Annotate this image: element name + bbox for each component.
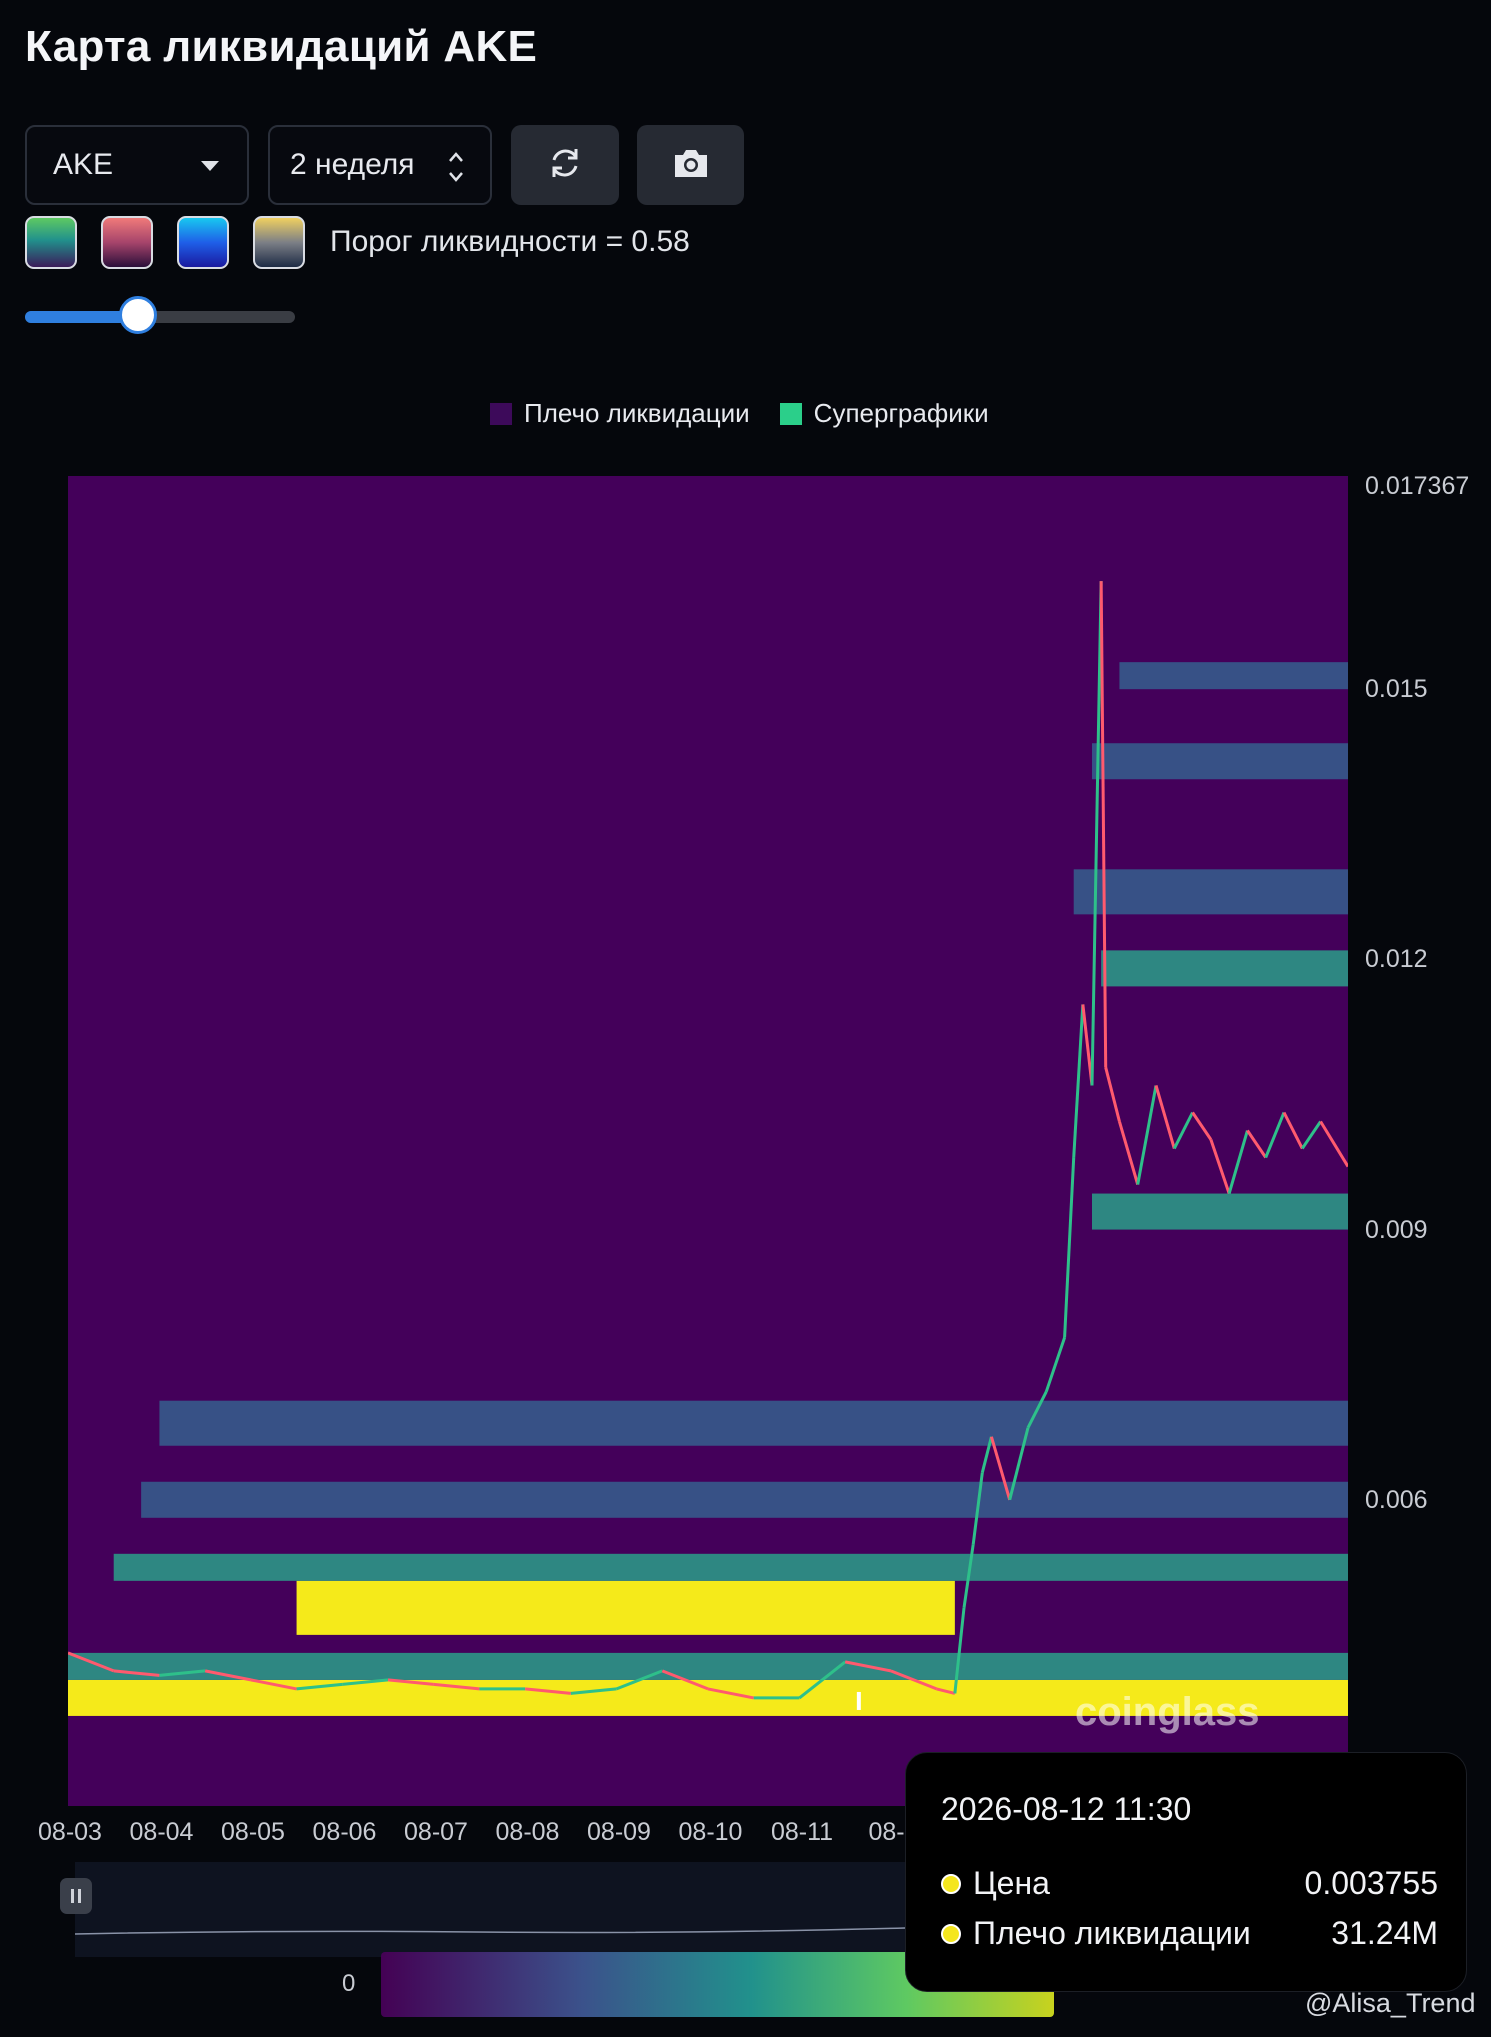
pause-button[interactable] xyxy=(60,1878,92,1914)
screenshot-button[interactable] xyxy=(637,125,744,205)
legend-item-supercharts[interactable]: Суперграфики xyxy=(779,398,989,429)
liquidation-band xyxy=(141,1481,1348,1518)
liquidation-band xyxy=(113,1553,1348,1581)
stepper-arrows-icon xyxy=(446,147,466,187)
x-tick-label: 08-04 xyxy=(129,1818,194,1846)
y-tick-label: 0.012 xyxy=(1365,945,1428,974)
threshold-label: Порог ликвидности = 0.58 xyxy=(330,225,690,258)
y-tick-label: 0.009 xyxy=(1365,1215,1428,1244)
period-select-value: 2 неделя xyxy=(290,148,415,181)
legend-label: Суперграфики xyxy=(813,398,989,428)
tooltip-leverage-label: Плечо ликвидации xyxy=(973,1915,1251,1951)
legend-item-liquidation[interactable]: Плечо ликвидации xyxy=(490,398,750,429)
author-watermark: @Alisa_Trend xyxy=(1305,1988,1476,2018)
threshold-slider[interactable] xyxy=(25,296,295,334)
legend-swatch xyxy=(779,402,802,425)
tooltip-time: 2026-08-12 11:30 xyxy=(941,1791,1192,1827)
x-tick-label: 08-08 xyxy=(495,1818,560,1846)
x-tick-label: 08-03 xyxy=(38,1818,102,1846)
x-tick-label: 08-06 xyxy=(312,1818,377,1846)
chart-legend: Плечо ликвидации Суперграфики xyxy=(490,398,1019,429)
x-tick-label: 08-05 xyxy=(221,1818,285,1846)
x-tick-label: 08-10 xyxy=(678,1818,743,1846)
price-marker xyxy=(856,1691,861,1710)
coinglass-watermark: coinglass xyxy=(1075,1690,1260,1734)
liquidation-band xyxy=(68,1652,1348,1680)
refresh-button[interactable] xyxy=(511,125,619,205)
liquidation-band xyxy=(159,1400,1348,1446)
chevron-down-icon xyxy=(201,161,219,171)
liquidation-heatmap[interactable] xyxy=(68,476,1348,1806)
palette-swatch-rose[interactable] xyxy=(101,216,153,269)
x-tick-label: 08-11 xyxy=(770,1818,834,1846)
y-tick-label: 0.006 xyxy=(1365,1485,1428,1514)
liquidation-band xyxy=(1073,869,1348,915)
x-tick-label: 08-09 xyxy=(587,1818,651,1846)
legend-label: Плечо ликвидации xyxy=(524,398,750,428)
refresh-icon xyxy=(546,144,584,187)
palette-swatch-cividis[interactable] xyxy=(253,216,305,269)
liquidation-band xyxy=(1092,743,1348,780)
liquidation-band xyxy=(1119,662,1348,690)
palette-swatch-viridis[interactable] xyxy=(25,216,77,269)
slider-thumb[interactable] xyxy=(118,296,157,334)
coin-select-value: AKE xyxy=(53,148,114,181)
coin-select[interactable]: AKE xyxy=(25,125,249,205)
tooltip-price-label: Цена xyxy=(973,1865,1050,1901)
page-title: Карта ликвидаций AKE xyxy=(25,22,538,71)
price-dot-icon xyxy=(941,1873,961,1894)
liquidation-band xyxy=(1092,1193,1348,1230)
scale-min-label: 0 xyxy=(342,1970,356,1997)
leverage-dot-icon xyxy=(941,1923,961,1944)
liquidation-band xyxy=(1101,950,1348,987)
tooltip-price-value: 0.003755 xyxy=(1304,1865,1438,1901)
camera-icon xyxy=(671,146,711,185)
y-tick-label: 0.015 xyxy=(1365,675,1428,704)
x-tick-label: 08-07 xyxy=(404,1818,468,1846)
time-navigator[interactable] xyxy=(74,1862,906,1957)
tooltip-price-row: Цена 0.003755 xyxy=(941,1865,1438,1902)
y-tick-label: 0.017367 xyxy=(1365,472,1470,500)
palette-swatch-jet[interactable] xyxy=(177,216,229,269)
tooltip-leverage-value: 31.24M xyxy=(1331,1915,1438,1951)
tooltip-leverage-row: Плечо ликвидации 31.24M xyxy=(941,1915,1438,1952)
period-select[interactable]: 2 неделя xyxy=(268,125,492,205)
legend-swatch xyxy=(490,402,512,425)
chart-tooltip: 2026-08-12 11:30 Цена 0.003755 Плечо лик… xyxy=(905,1752,1467,1992)
liquidation-band xyxy=(296,1580,955,1635)
